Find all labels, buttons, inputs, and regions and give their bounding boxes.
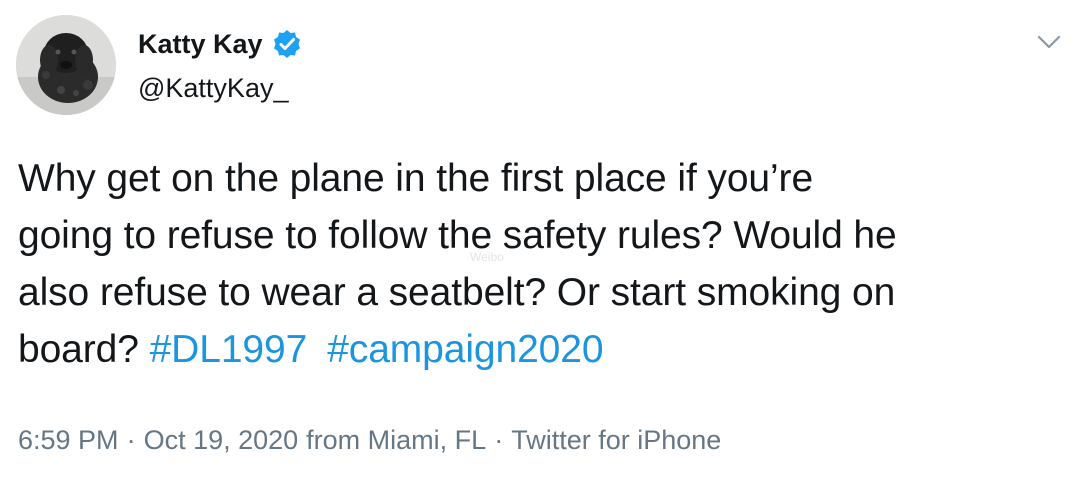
tweet-text-fragment: board? bbox=[18, 328, 139, 371]
tweet-location[interactable]: from Miami, FL bbox=[306, 420, 486, 460]
verified-badge-icon bbox=[271, 28, 303, 60]
watermark: Weibo bbox=[470, 250, 504, 264]
meta-separator: · bbox=[126, 425, 136, 455]
author-avatar[interactable] bbox=[16, 15, 116, 115]
chevron-down-icon[interactable] bbox=[1034, 27, 1064, 57]
tweet-client[interactable]: Twitter for iPhone bbox=[511, 420, 721, 460]
tweet-text-line: also refuse to wear a seatbelt? Or start… bbox=[18, 271, 896, 314]
hashtag-link[interactable]: #campaign2020 bbox=[327, 328, 603, 371]
tweet-text-line: going to refuse to follow the safety rul… bbox=[18, 214, 897, 257]
hashtag-link[interactable]: #DL1997 bbox=[150, 328, 308, 371]
avatar-dog-photo bbox=[16, 15, 116, 115]
author-name[interactable]: Katty Kay bbox=[138, 26, 263, 62]
tweet-meta: 6:59 PM · Oct 19, 2020 from Miami, FL · … bbox=[18, 420, 721, 460]
tweet-card: Katty Kay @KattyKay_ Why get on the plan… bbox=[0, 0, 1080, 491]
tweet-text: Why get on the plane in the first place … bbox=[18, 150, 1058, 378]
author-name-row[interactable]: Katty Kay bbox=[138, 26, 303, 62]
tweet-time[interactable]: 6:59 PM bbox=[18, 420, 119, 460]
tweet-text-line-last: board? #DL1997 #campaign2020 bbox=[18, 321, 1058, 378]
author-handle[interactable]: @KattyKay_ bbox=[138, 71, 288, 105]
tweet-text-line: Why get on the plane in the first place … bbox=[18, 157, 814, 200]
meta-separator: · bbox=[494, 425, 504, 455]
tweet-date[interactable]: Oct 19, 2020 bbox=[144, 420, 299, 460]
